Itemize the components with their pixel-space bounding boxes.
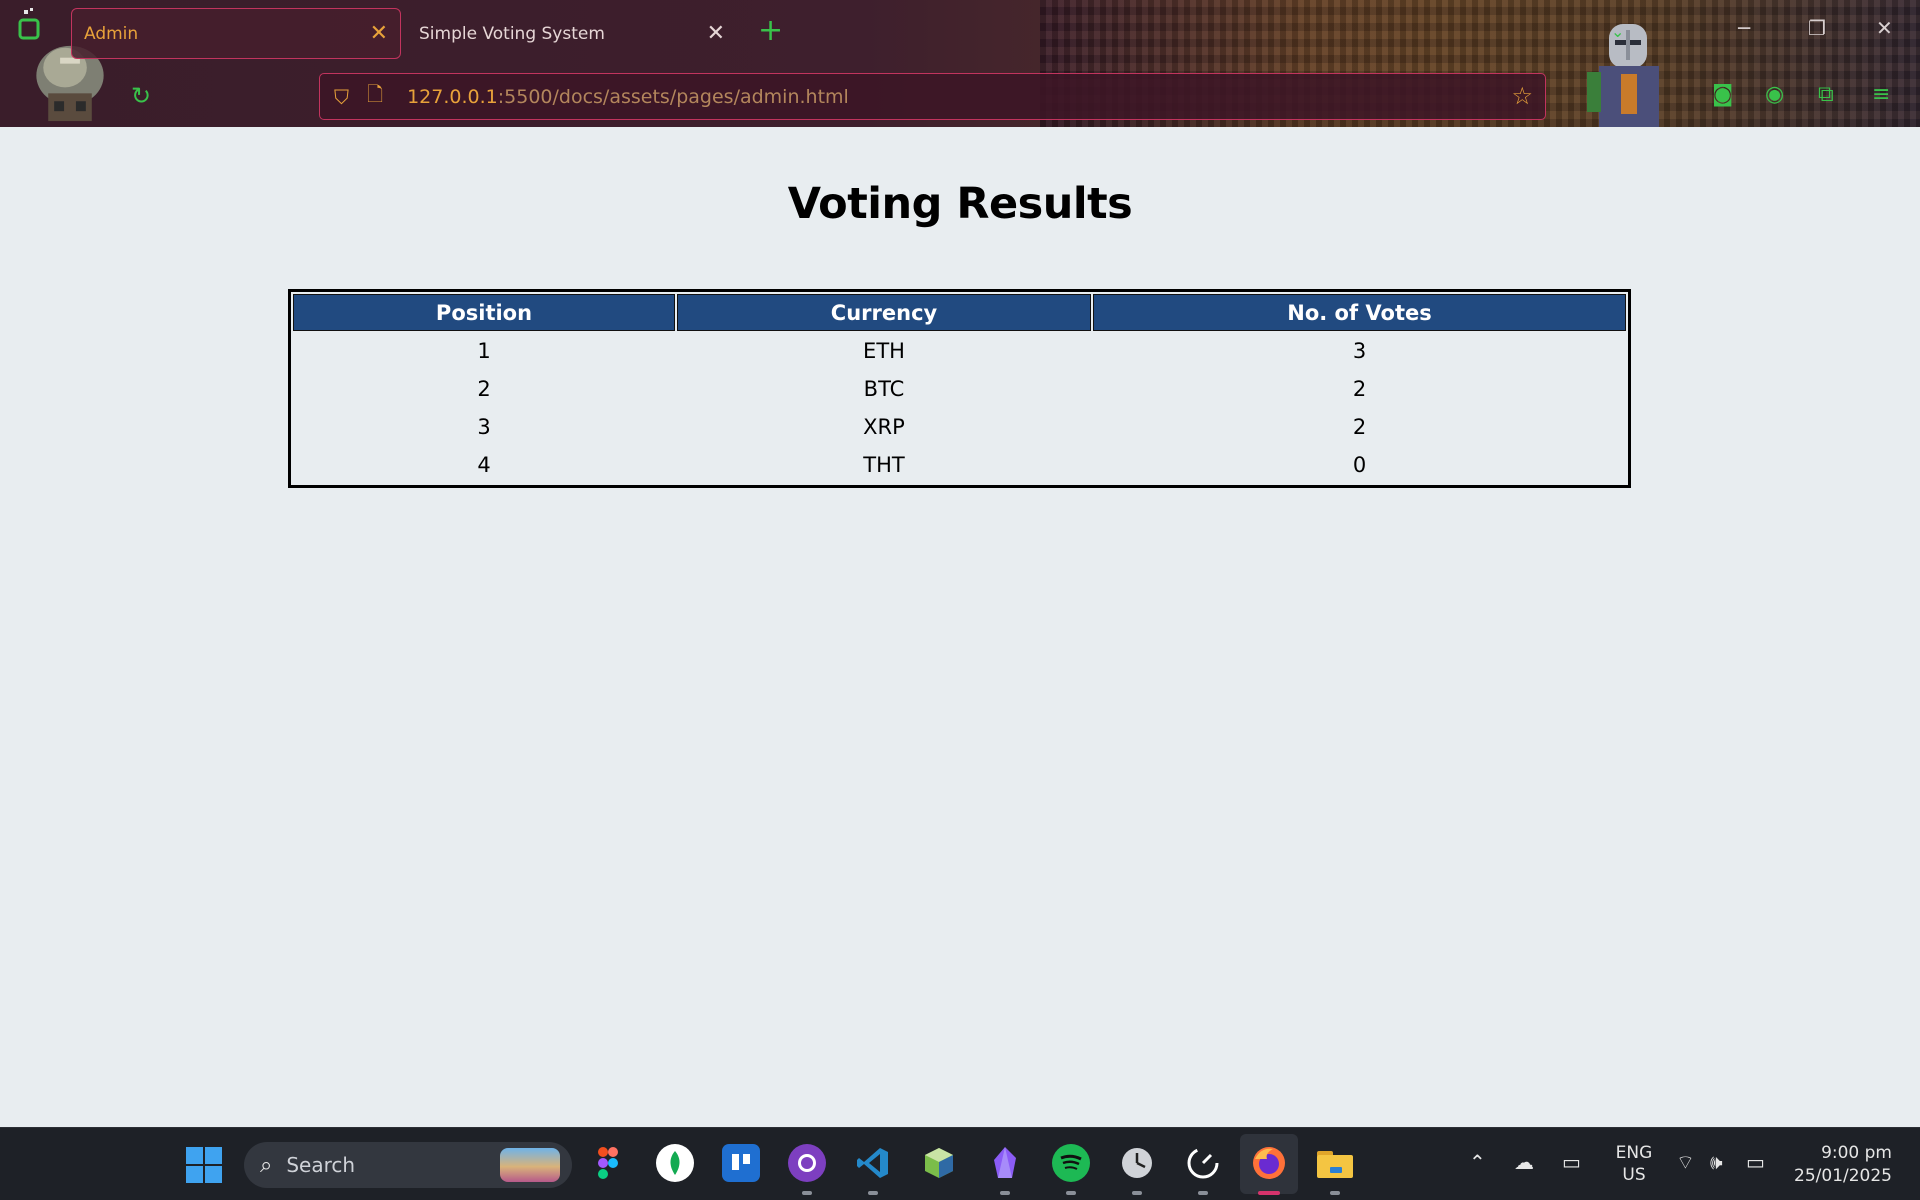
theme-knight-icon xyxy=(1587,24,1659,127)
window-close-icon[interactable]: ✕ xyxy=(1876,18,1893,38)
tablet-mode-icon[interactable]: ▭ xyxy=(1562,1150,1581,1174)
running-indicator xyxy=(1066,1191,1076,1195)
language-indicator[interactable]: ENG US xyxy=(1610,1142,1658,1186)
start-button[interactable] xyxy=(186,1147,222,1183)
running-indicator xyxy=(868,1191,878,1195)
trello-icon[interactable] xyxy=(722,1144,760,1182)
page-content: Voting Results Position Currency No. of … xyxy=(0,127,1920,1127)
spotify-icon[interactable] xyxy=(1052,1144,1090,1182)
voting-results-table: Position Currency No. of Votes 1 ETH 3 2… xyxy=(288,289,1631,488)
table-row: 1 ETH 3 xyxy=(293,333,1626,369)
page-title: Voting Results xyxy=(787,179,1133,229)
menu-icon[interactable]: ≡ xyxy=(1872,82,1890,107)
header-votes: No. of Votes xyxy=(1093,294,1626,331)
cell-position: 3 xyxy=(477,415,491,439)
running-indicator xyxy=(802,1191,812,1195)
windows-logo-icon xyxy=(186,1147,203,1164)
cell-votes: 2 xyxy=(1352,415,1367,439)
extensions-icon[interactable]: ⧉ xyxy=(1818,82,1834,107)
running-indicator xyxy=(1000,1191,1010,1195)
tab-label: Simple Voting System xyxy=(419,23,605,44)
running-indicator xyxy=(1198,1191,1208,1195)
header-currency: Currency xyxy=(677,294,1091,331)
virtualbox-icon[interactable] xyxy=(920,1144,958,1182)
firefox-view-icon[interactable] xyxy=(16,6,42,46)
account-icon[interactable]: ◉ xyxy=(1765,82,1784,107)
vscode-icon[interactable] xyxy=(854,1144,892,1182)
tab-simple-voting-system[interactable]: Simple Voting System ✕ xyxy=(407,8,737,59)
firefox-icon[interactable] xyxy=(1250,1144,1288,1182)
table-row: 2 BTC 2 xyxy=(293,371,1626,407)
url-host: 127.0.0.1 xyxy=(407,85,498,108)
figma-icon[interactable] xyxy=(589,1144,627,1182)
browser-chrome: Admin ✕ Simple Voting System ✕ + ⌄ ─ ❐ ✕… xyxy=(0,0,1920,127)
table-row: 3 XRP 2 xyxy=(293,409,1626,445)
cell-position: 4 xyxy=(477,453,491,477)
battery-icon[interactable]: ▭ xyxy=(1746,1150,1765,1174)
tab-admin[interactable]: Admin ✕ xyxy=(71,8,401,59)
show-hidden-icons-chevron-icon[interactable]: ⌃ xyxy=(1469,1150,1486,1174)
reload-icon[interactable]: ↻ xyxy=(131,82,151,110)
url-path: :5500/docs/assets/pages/admin.html xyxy=(497,85,849,108)
mongodb-icon[interactable] xyxy=(656,1144,694,1182)
cell-position: 1 xyxy=(477,339,491,363)
volume-icon[interactable]: 🕪 xyxy=(1710,1150,1723,1174)
cell-position: 2 xyxy=(477,377,491,401)
table-header-row: Position Currency No. of Votes xyxy=(293,294,1626,331)
language-line2: US xyxy=(1622,1165,1646,1185)
url-text[interactable]: 127.0.0.1:5500/docs/assets/pages/admin.h… xyxy=(407,86,849,108)
tracking-protection-shield-icon[interactable]: ⛉ xyxy=(334,85,349,109)
cell-currency: ETH xyxy=(863,339,905,363)
running-indicator xyxy=(1330,1191,1340,1195)
search-icon: ⌕ xyxy=(260,1152,273,1178)
onedrive-cloud-icon[interactable]: ☁ xyxy=(1514,1150,1534,1174)
close-tab-icon[interactable]: ✕ xyxy=(370,22,388,45)
cell-votes: 0 xyxy=(1352,453,1367,477)
restore-icon[interactable]: ❐ xyxy=(1808,18,1826,38)
header-position: Position xyxy=(293,294,675,331)
clock-date: 25/01/2025 xyxy=(1794,1166,1892,1186)
search-highlight-image xyxy=(500,1148,560,1182)
search-label: Search xyxy=(286,1153,356,1177)
close-tab-icon[interactable]: ✕ xyxy=(707,22,725,45)
cell-votes: 3 xyxy=(1352,339,1367,363)
cell-currency: THT xyxy=(863,453,905,477)
tab-label: Admin xyxy=(84,23,139,44)
file-explorer-icon[interactable] xyxy=(1316,1144,1354,1182)
cell-currency: BTC xyxy=(863,377,905,401)
github-desktop-icon[interactable] xyxy=(788,1144,826,1182)
taskbar-search[interactable]: ⌕ Search xyxy=(244,1142,572,1188)
taskbar: ⌕ Search ⌃ ☁ ▭ ENG US ⌔ 🕪 ▭ 9:00 pm 25/0… xyxy=(0,1127,1920,1200)
clock-app-icon[interactable] xyxy=(1118,1144,1156,1182)
speedometer-icon[interactable] xyxy=(1184,1144,1222,1182)
clock-time: 9:00 pm xyxy=(1821,1143,1892,1163)
system-clock[interactable]: 9:00 pm 25/01/2025 xyxy=(1794,1142,1892,1188)
language-line1: ENG xyxy=(1615,1143,1653,1163)
cell-votes: 2 xyxy=(1352,377,1367,401)
page-info-icon[interactable]: 🗋 xyxy=(367,80,383,114)
obsidian-icon[interactable] xyxy=(986,1144,1024,1182)
new-tab-button[interactable]: + xyxy=(758,16,783,46)
minimize-icon[interactable]: ─ xyxy=(1738,18,1750,38)
wifi-icon[interactable]: ⌔ xyxy=(1676,1150,1695,1175)
running-indicator xyxy=(1132,1191,1142,1195)
table-row: 4 THT 0 xyxy=(293,447,1626,483)
pocket-icon[interactable]: ◙ xyxy=(1712,82,1733,107)
cell-currency: XRP xyxy=(863,415,905,439)
list-all-tabs-icon[interactable]: ⌄ xyxy=(1611,22,1624,41)
active-indicator xyxy=(1258,1191,1280,1195)
address-bar[interactable]: ⛉ 🗋 127.0.0.1:5500/docs/assets/pages/adm… xyxy=(319,73,1546,120)
bookmark-star-icon[interactable]: ☆ xyxy=(1511,82,1533,110)
